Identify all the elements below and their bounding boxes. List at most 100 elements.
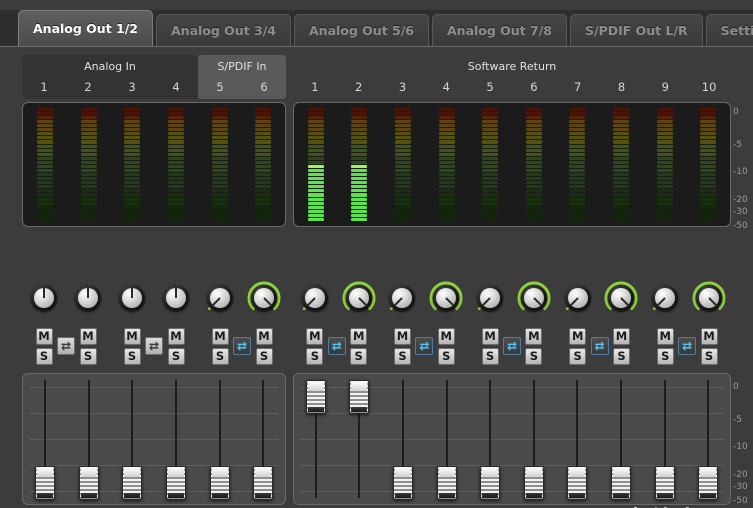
pan-knob[interactable] xyxy=(342,281,376,315)
meter-segment xyxy=(167,168,184,173)
solo-button[interactable]: S xyxy=(569,347,587,365)
fader-handle[interactable] xyxy=(34,466,55,500)
fader-handle[interactable] xyxy=(567,466,588,500)
solo-button[interactable]: S xyxy=(35,347,53,365)
tab-analog-out-1-2[interactable]: Analog Out 1/2 xyxy=(18,10,153,46)
fader-handle[interactable] xyxy=(78,466,99,500)
tab-settings[interactable]: Settings xyxy=(705,14,753,46)
solo-button[interactable]: S xyxy=(350,347,368,365)
mute-button[interactable]: M xyxy=(167,327,185,345)
solo-button[interactable]: S xyxy=(306,347,324,365)
solo-button[interactable]: S xyxy=(612,347,630,365)
fader-handle[interactable] xyxy=(253,466,274,500)
pan-knob[interactable] xyxy=(473,281,507,315)
mute-button[interactable]: M xyxy=(700,327,718,345)
pan-knob-cell xyxy=(468,279,512,317)
fader-handle[interactable] xyxy=(436,466,457,500)
solo-button[interactable]: S xyxy=(656,347,674,365)
stereo-link-icon[interactable]: ⇄ xyxy=(327,337,346,355)
mute-button[interactable]: M xyxy=(569,327,587,345)
mute-button[interactable]: M xyxy=(437,327,455,345)
meter-segment xyxy=(211,148,228,152)
stereo-link-icon[interactable]: ⇄ xyxy=(145,337,163,355)
pan-knob[interactable] xyxy=(561,281,595,315)
fader-handle[interactable] xyxy=(349,380,370,414)
pan-knob[interactable] xyxy=(27,281,61,315)
solo-button[interactable]: S xyxy=(211,347,229,365)
fader-handle[interactable] xyxy=(480,466,501,500)
meter-segment xyxy=(351,177,368,181)
fader-handle[interactable] xyxy=(392,466,413,500)
group-channel-numbers: 56 xyxy=(198,75,286,99)
pan-knob[interactable] xyxy=(692,281,726,315)
solo-button[interactable]: S xyxy=(167,347,185,365)
pan-knob[interactable] xyxy=(247,281,281,315)
solo-button[interactable]: S xyxy=(79,347,97,365)
pan-knob[interactable] xyxy=(115,281,149,315)
meter-segment xyxy=(36,197,53,201)
solo-button[interactable]: S xyxy=(481,347,499,365)
mute-button[interactable]: M xyxy=(306,327,324,345)
fader-handle[interactable] xyxy=(209,466,230,500)
fader-handle[interactable] xyxy=(523,466,544,500)
mute-button[interactable]: M xyxy=(79,327,97,345)
solo-button[interactable]: S xyxy=(255,347,273,365)
fader-handle[interactable] xyxy=(122,466,143,500)
meter-segment xyxy=(211,160,228,164)
tab-analog-out-7-8[interactable]: Analog Out 7/8 xyxy=(432,14,567,46)
solo-button[interactable]: S xyxy=(700,347,718,365)
solo-button[interactable]: S xyxy=(525,347,543,365)
mute-button[interactable]: M xyxy=(525,327,543,345)
mute-button[interactable]: M xyxy=(481,327,499,345)
stereo-link-icon[interactable]: ⇄ xyxy=(678,337,697,355)
stereo-link-icon[interactable]: ⇄ xyxy=(57,337,75,355)
pan-knob[interactable] xyxy=(203,281,237,315)
mute-button[interactable]: M xyxy=(35,327,53,345)
meter-segment xyxy=(700,193,717,197)
mute-button[interactable]: M xyxy=(656,327,674,345)
meter-segment xyxy=(656,197,673,201)
meter-segment xyxy=(255,136,272,140)
stereo-link-icon[interactable]: ⇄ xyxy=(590,337,609,355)
mute-button[interactable]: M xyxy=(211,327,229,345)
solo-button[interactable]: S xyxy=(437,347,455,365)
fader-handle[interactable] xyxy=(698,466,719,500)
meter-segment xyxy=(656,205,673,209)
meter-segment xyxy=(167,193,184,197)
pan-knob[interactable] xyxy=(517,281,551,315)
fader-handle[interactable] xyxy=(654,466,675,500)
meter-segment xyxy=(36,185,53,189)
mute-button[interactable]: M xyxy=(350,327,368,345)
solo-button[interactable]: S xyxy=(393,347,411,365)
meter-segment xyxy=(307,144,324,148)
meter-segment xyxy=(80,144,97,148)
mute-button[interactable]: M xyxy=(255,327,273,345)
meter-segment xyxy=(482,181,499,185)
meter-segment xyxy=(700,185,717,189)
meter-segment xyxy=(124,160,141,164)
pan-knob[interactable] xyxy=(298,281,332,315)
fader-handle[interactable] xyxy=(165,466,186,500)
pan-knob[interactable] xyxy=(648,281,682,315)
stereo-link-icon[interactable]: ⇄ xyxy=(415,337,434,355)
pan-knob[interactable] xyxy=(71,281,105,315)
pan-knob[interactable] xyxy=(429,281,463,315)
solo-button[interactable]: S xyxy=(123,347,141,365)
mute-button[interactable]: M xyxy=(123,327,141,345)
pan-knob[interactable] xyxy=(385,281,419,315)
stereo-link-icon[interactable]: ⇄ xyxy=(502,337,521,355)
meter-segment xyxy=(124,164,141,168)
tab-s-pdif-out-l-r[interactable]: S/PDIF Out L/R xyxy=(570,14,703,46)
fader-handle[interactable] xyxy=(305,380,326,414)
tab-analog-out-5-6[interactable]: Analog Out 5/6 xyxy=(294,14,429,46)
mute-button[interactable]: M xyxy=(393,327,411,345)
pan-knob[interactable] xyxy=(159,281,193,315)
mixer-body: Analog In 1 2 3 4 S/PDIF In 5 6 Software Return… xyxy=(0,47,753,508)
fader-handle[interactable] xyxy=(610,466,631,500)
tab-analog-out-3-4[interactable]: Analog Out 3/4 xyxy=(156,14,291,46)
mute-button[interactable]: M xyxy=(612,327,630,345)
mute-solo-stack: MS xyxy=(612,327,630,365)
meter-segment xyxy=(351,128,368,132)
stereo-link-icon[interactable]: ⇄ xyxy=(233,337,251,355)
pan-knob[interactable] xyxy=(604,281,638,315)
